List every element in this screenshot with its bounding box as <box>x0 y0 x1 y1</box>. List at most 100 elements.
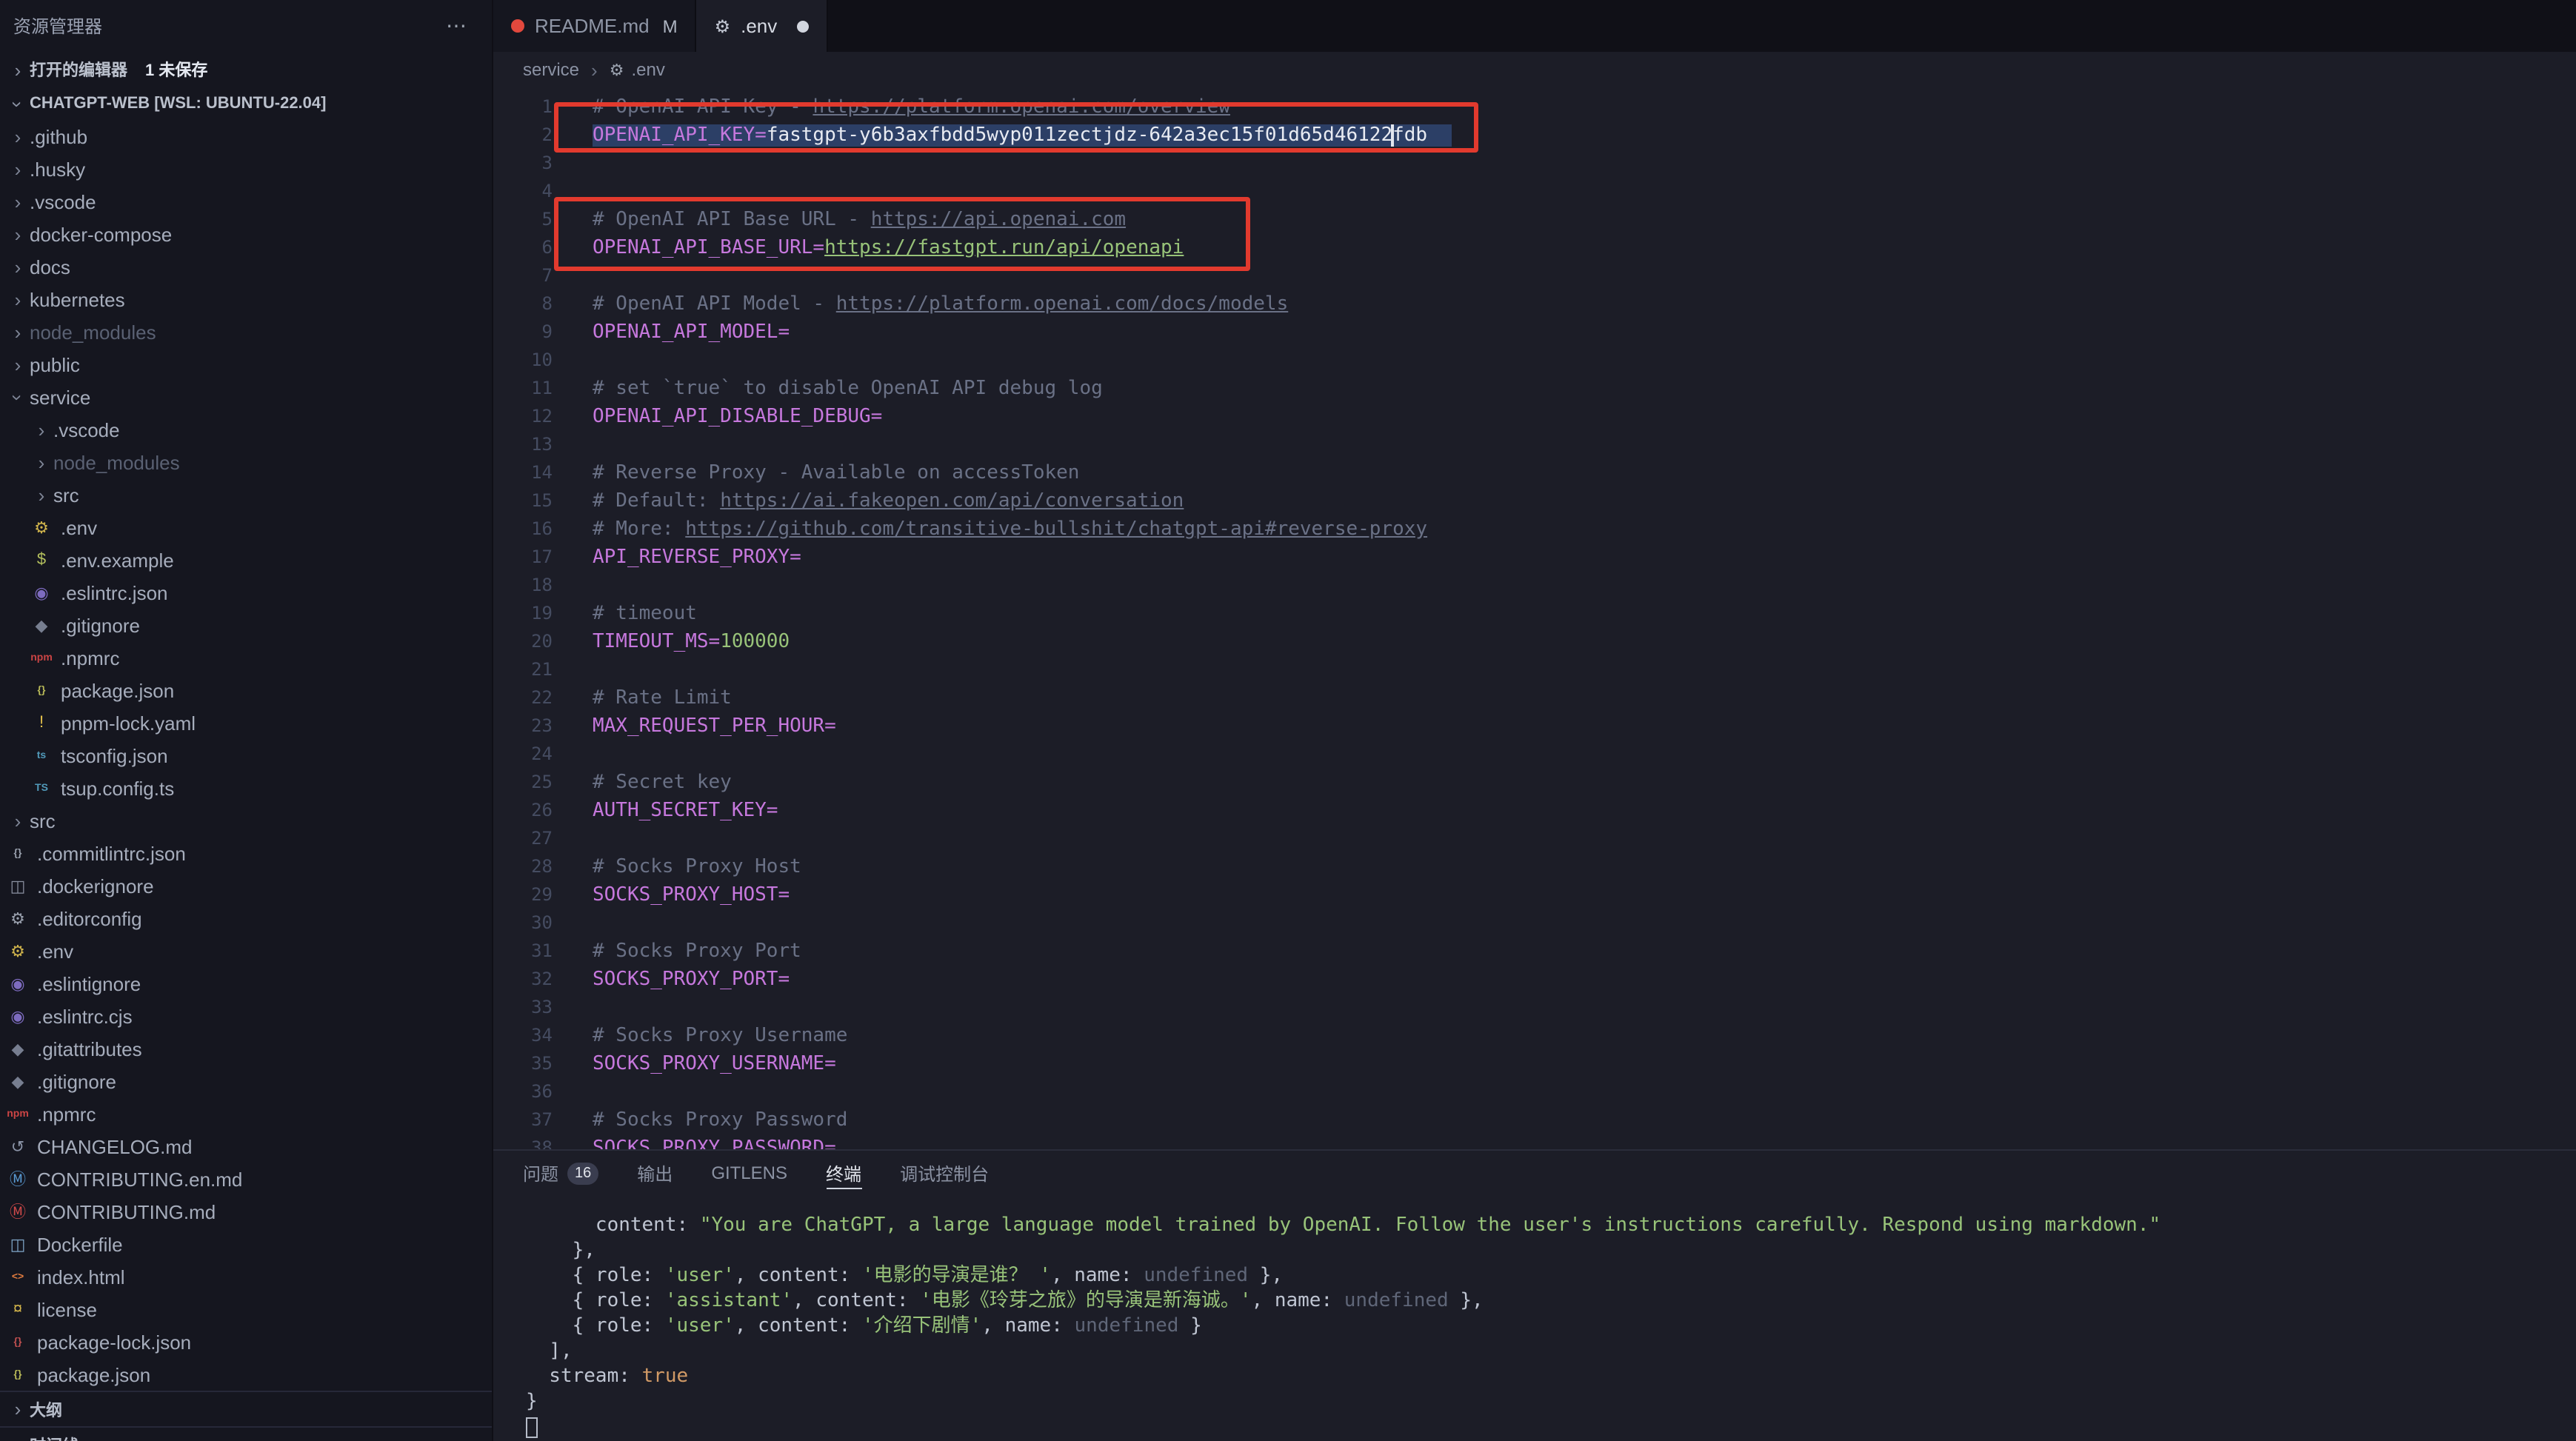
panel-tab-问题[interactable]: 问题16 <box>523 1151 598 1195</box>
tree-file-.env[interactable]: ⚙.env <box>0 511 492 544</box>
editor-line[interactable]: 30 <box>493 909 2576 937</box>
open-editors-section[interactable]: › 打开的编辑器 1 未保存 <box>0 52 492 87</box>
editor-line[interactable]: 28# Socks Proxy Host <box>493 853 2576 881</box>
tree-folder-docs[interactable]: ›docs <box>0 250 492 283</box>
tree-file-.commitlintrc.json[interactable]: {}.commitlintrc.json <box>0 837 492 869</box>
tree-file-.eslintrc.json[interactable]: ◉.eslintrc.json <box>0 576 492 609</box>
tree-file-CONTRIBUTING.en.md[interactable]: ⓂCONTRIBUTING.en.md <box>0 1163 492 1195</box>
panel-tab-输出[interactable]: 输出 <box>637 1151 673 1195</box>
editor-line[interactable]: 29SOCKS_PROXY_HOST= <box>493 881 2576 909</box>
panel-tab-GITLENS[interactable]: GITLENS <box>711 1151 787 1195</box>
tree-folder-node_modules[interactable]: ›node_modules <box>0 446 492 478</box>
editor-line[interactable]: 26AUTH_SECRET_KEY= <box>493 797 2576 825</box>
sidebar-section-时间线[interactable]: ›时间线 <box>0 1426 492 1441</box>
line-content: SOCKS_PROXY_PORT= <box>593 966 790 994</box>
tree-file-license[interactable]: ¤license <box>0 1293 492 1325</box>
tree-file-tsconfig.json[interactable]: tstsconfig.json <box>0 739 492 772</box>
tree-file-.gitignore[interactable]: ◆.gitignore <box>0 609 492 641</box>
tree-file-index.html[interactable]: <>index.html <box>0 1260 492 1293</box>
editor-line[interactable]: 9OPENAI_API_MODEL= <box>493 318 2576 347</box>
editor-line[interactable]: 4 <box>493 178 2576 206</box>
editor-line[interactable]: 6OPENAI_API_BASE_URL=https://fastgpt.run… <box>493 234 2576 262</box>
tree-file-pnpm-lock.yaml[interactable]: !pnpm-lock.yaml <box>0 706 492 739</box>
tree-file-Dockerfile[interactable]: ◫Dockerfile <box>0 1228 492 1260</box>
editor-line[interactable]: 2OPENAI_API_KEY=fastgpt-y6b3axfbdd5wyp01… <box>493 121 2576 150</box>
tree-file-package.json[interactable]: {}package.json <box>0 1358 492 1391</box>
editor-line[interactable]: 27 <box>493 825 2576 853</box>
editor-line[interactable]: 14# Reverse Proxy - Available on accessT… <box>493 459 2576 487</box>
editor-line[interactable]: 31# Socks Proxy Port <box>493 937 2576 966</box>
editor-line[interactable]: 19# timeout <box>493 600 2576 628</box>
editor-line[interactable]: 18 <box>493 572 2576 600</box>
editor-line[interactable]: 3 <box>493 150 2576 178</box>
tree-file-package.json[interactable]: {}package.json <box>0 674 492 706</box>
editor-line[interactable]: 10 <box>493 347 2576 375</box>
editor-line[interactable]: 22# Rate Limit <box>493 684 2576 712</box>
more-actions-icon[interactable]: ⋯ <box>446 13 468 39</box>
editor-line[interactable]: 34# Socks Proxy Username <box>493 1022 2576 1050</box>
editor-line[interactable]: 35SOCKS_PROXY_USERNAME= <box>493 1050 2576 1078</box>
tree-file-tsup.config.ts[interactable]: TStsup.config.ts <box>0 772 492 804</box>
line-number: 6 <box>493 234 553 262</box>
editor-line[interactable]: 36 <box>493 1078 2576 1106</box>
panel-tab-终端[interactable]: 终端 <box>826 1151 861 1195</box>
editor-line[interactable]: 1# OpenAI API Key - https://platform.ope… <box>493 93 2576 121</box>
tree-folder-public[interactable]: ›public <box>0 348 492 381</box>
editor-line[interactable]: 38SOCKS_PROXY_PASSWORD= <box>493 1134 2576 1149</box>
tab-README.md[interactable]: README.mdM <box>493 0 697 52</box>
tree-file-.npmrc[interactable]: npm.npmrc <box>0 641 492 674</box>
tree-folder-.github[interactable]: ›.github <box>0 120 492 153</box>
tree-file-.gitattributes[interactable]: ◆.gitattributes <box>0 1032 492 1065</box>
editor-line[interactable]: 25# Secret key <box>493 769 2576 797</box>
tree-folder-.husky[interactable]: ›.husky <box>0 153 492 185</box>
tree-file-.gitignore[interactable]: ◆.gitignore <box>0 1065 492 1097</box>
editor-line[interactable]: 13 <box>493 431 2576 459</box>
panel-tab-调试控制台[interactable]: 调试控制台 <box>900 1151 989 1195</box>
breadcrumb-item-.env[interactable]: ⚙.env <box>610 59 665 80</box>
terminal-output[interactable]: content: "You are ChatGPT, a large langu… <box>493 1195 2576 1441</box>
tree-file-package-lock.json[interactable]: {}package-lock.json <box>0 1325 492 1358</box>
editor-line[interactable]: 33 <box>493 994 2576 1022</box>
tree-file-CONTRIBUTING.md[interactable]: ⓂCONTRIBUTING.md <box>0 1195 492 1228</box>
tree-folder-src[interactable]: ›src <box>0 804 492 837</box>
tree-file-.env[interactable]: ⚙.env <box>0 935 492 967</box>
tree-file-.env.example[interactable]: $.env.example <box>0 544 492 576</box>
editor-line[interactable]: 16# More: https://github.com/transitive-… <box>493 515 2576 544</box>
editor-line[interactable]: 37# Socks Proxy Password <box>493 1106 2576 1134</box>
editor-line[interactable]: 32SOCKS_PROXY_PORT= <box>493 966 2576 994</box>
editor-line[interactable]: 12OPENAI_API_DISABLE_DEBUG= <box>493 403 2576 431</box>
tree-folder-service[interactable]: ›service <box>0 381 492 413</box>
tree-file-.dockerignore[interactable]: ◫.dockerignore <box>0 869 492 902</box>
tree-folder-docker-compose[interactable]: ›docker-compose <box>0 218 492 250</box>
tree-file-.editorconfig[interactable]: ⚙.editorconfig <box>0 902 492 935</box>
editor-line[interactable]: 8# OpenAI API Model - https://platform.o… <box>493 290 2576 318</box>
tab-.env[interactable]: ⚙.env <box>697 0 828 52</box>
editor-line[interactable]: 7 <box>493 262 2576 290</box>
editor-line[interactable]: 15# Default: https://ai.fakeopen.com/api… <box>493 487 2576 515</box>
editor-line[interactable]: 11# set `true` to disable OpenAI API deb… <box>493 375 2576 403</box>
tree-folder-src[interactable]: ›src <box>0 478 492 511</box>
tree-folder-kubernetes[interactable]: ›kubernetes <box>0 283 492 315</box>
unsaved-dot-icon[interactable] <box>796 20 808 32</box>
editor-line[interactable]: 5# OpenAI API Base URL - https://api.ope… <box>493 206 2576 234</box>
tree-folder-.vscode[interactable]: ›.vscode <box>0 413 492 446</box>
tree-folder-node_modules[interactable]: ›node_modules <box>0 315 492 348</box>
tree-file-.eslintignore[interactable]: ◉.eslintignore <box>0 967 492 1000</box>
breadcrumb-item-service[interactable]: service <box>523 59 579 80</box>
editor-line[interactable]: 21 <box>493 656 2576 684</box>
sidebar-section-大纲[interactable]: ›大纲 <box>0 1391 492 1426</box>
tree-item-label: tsup.config.ts <box>61 777 174 799</box>
tree-file-.eslintrc.cjs[interactable]: ◉.eslintrc.cjs <box>0 1000 492 1032</box>
editor-line[interactable]: 20TIMEOUT_MS=100000 <box>493 628 2576 656</box>
tree-file-.npmrc[interactable]: npm.npmrc <box>0 1097 492 1130</box>
code-editor[interactable]: 1# OpenAI API Key - https://platform.ope… <box>493 87 2576 1149</box>
sidebar-bottom-sections: ›大纲›时间线 <box>0 1391 492 1441</box>
tree-folder-.vscode[interactable]: ›.vscode <box>0 185 492 218</box>
tree-file-CHANGELOG.md[interactable]: ↺CHANGELOG.md <box>0 1130 492 1163</box>
code-segment: # Rate Limit <box>593 687 732 709</box>
editor-line[interactable]: 17API_REVERSE_PROXY= <box>493 544 2576 572</box>
line-content: # OpenAI API Model - https://platform.op… <box>593 290 1288 318</box>
project-root-folder[interactable]: › CHATGPT-WEB [WSL: UBUNTU-22.04] <box>0 87 492 120</box>
editor-line[interactable]: 23MAX_REQUEST_PER_HOUR= <box>493 712 2576 740</box>
editor-line[interactable]: 24 <box>493 740 2576 769</box>
